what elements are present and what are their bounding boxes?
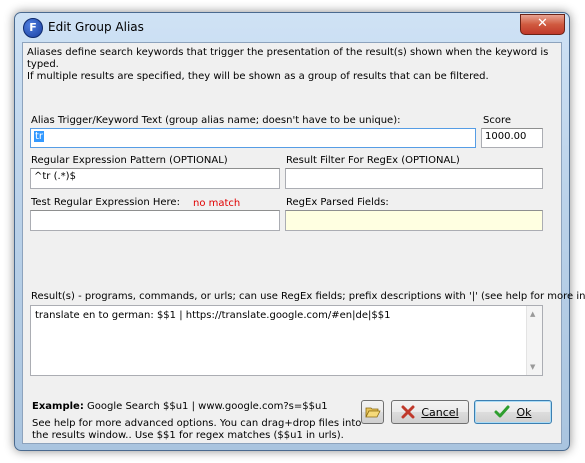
results-scrollbar[interactable]: ▲ ▼ [526, 306, 542, 375]
example-text: Example: Google Search $$u1 | www.google… [32, 401, 328, 412]
scroll-up-icon[interactable]: ▲ [530, 310, 535, 318]
browse-files-button[interactable] [361, 400, 384, 424]
close-button[interactable]: ✕ [520, 14, 565, 35]
example-value: Google Search $$u1 | www.google.com?s=$$… [83, 401, 328, 412]
score-input[interactable]: 1000.00 [481, 128, 543, 148]
test-regex-label: Test Regular Expression Here: [31, 197, 180, 208]
window-title: Edit Group Alias [48, 20, 144, 34]
cancel-button[interactable]: Cancel [391, 400, 469, 424]
description-line-2: If multiple results are specified, they … [27, 71, 489, 82]
cancel-label: Cancel [421, 405, 459, 419]
example-label: Example: [32, 401, 84, 412]
results-textarea[interactable]: translate en to german: $$1 | https://tr… [30, 305, 543, 376]
score-label: Score [483, 115, 512, 126]
results-value: translate en to german: $$1 | https://tr… [35, 310, 391, 321]
ok-check-icon [494, 405, 510, 418]
alias-input[interactable]: tr [30, 128, 476, 148]
alias-value: tr [34, 131, 45, 142]
description-line-1: Aliases define search keywords that trig… [27, 47, 549, 70]
parsed-fields-output [285, 210, 543, 231]
results-label: Result(s) - programs, commands, or urls;… [31, 291, 585, 302]
regex-pattern-value: ^tr (.*)$ [34, 171, 76, 182]
title-bar[interactable]: F Edit Group Alias ✕ [15, 13, 569, 41]
score-value: 1000.00 [485, 131, 527, 142]
description: Aliases define search keywords that trig… [27, 47, 555, 83]
parsed-fields-label: RegEx Parsed Fields: [286, 197, 389, 208]
result-filter-label: Result Filter For RegEx (OPTIONAL) [286, 155, 460, 166]
test-regex-input[interactable] [30, 210, 280, 231]
alias-label: Alias Trigger/Keyword Text (group alias … [31, 115, 401, 126]
close-icon: ✕ [537, 16, 548, 31]
ok-button[interactable]: Ok [474, 400, 552, 424]
edit-group-alias-window: F Edit Group Alias ✕ Aliases define sear… [14, 12, 585, 451]
cancel-x-icon [401, 405, 415, 419]
help-text: See help for more advanced options. You … [32, 418, 362, 441]
ok-label: Ok [516, 405, 532, 419]
match-status: no match [193, 198, 241, 209]
regex-pattern-input[interactable]: ^tr (.*)$ [30, 168, 280, 189]
open-folder-icon [364, 407, 381, 418]
result-filter-input[interactable] [285, 168, 543, 189]
regex-pattern-label: Regular Expression Pattern (OPTIONAL) [31, 155, 228, 166]
scroll-down-icon[interactable]: ▼ [530, 363, 535, 371]
dialog-body: Aliases define search keywords that trig… [22, 42, 585, 444]
app-icon: F [23, 18, 43, 38]
